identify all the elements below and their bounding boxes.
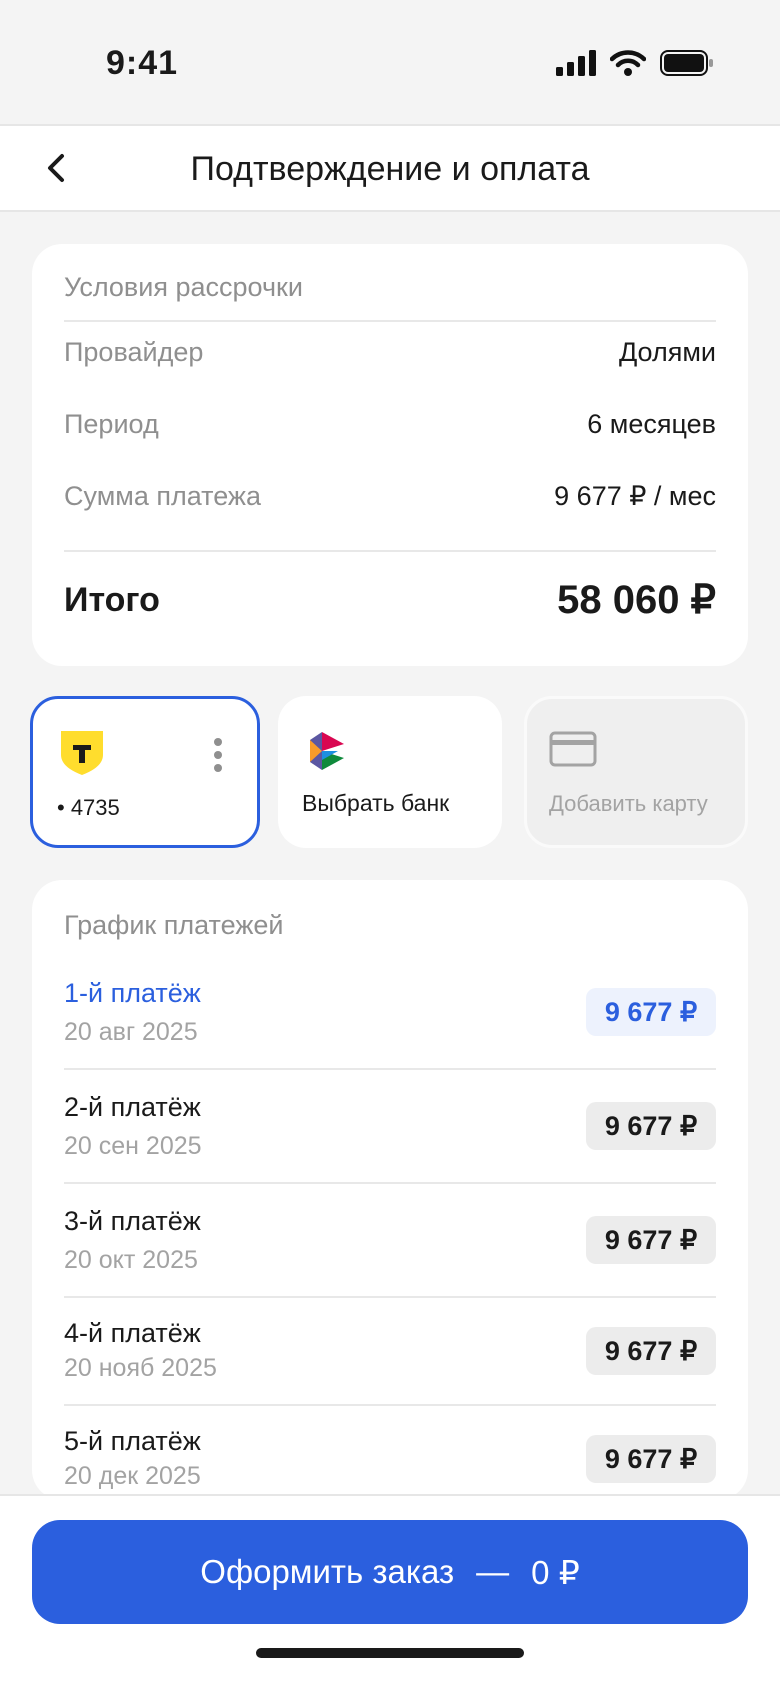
signal-icon (556, 50, 596, 76)
total-label: Итого (64, 580, 160, 619)
payment-amount: 9 677 ₽ (586, 1216, 716, 1264)
installment-terms-card: Условия рассрочки Провайдер Долями Период… (32, 244, 748, 666)
total-value: 58 060 ₽ (557, 578, 716, 622)
row-value: 6 месяцев (587, 408, 716, 439)
divider (64, 1404, 716, 1406)
terms-row-payment: Сумма платежа 9 677 ₽ / мес (64, 462, 716, 530)
wifi-icon (610, 50, 646, 76)
row-key: Провайдер (64, 336, 204, 367)
card-number: • 4735 (57, 795, 120, 820)
add-card-label: Добавить карту (549, 791, 708, 816)
payment-date: 20 авг 2025 (64, 1018, 198, 1046)
divider (64, 1182, 716, 1184)
bottom-bar: Оформить заказ — 0 ₽ (0, 1494, 780, 1688)
credit-card-icon (549, 731, 597, 767)
status-icons (556, 50, 714, 76)
payment-card-tbank[interactable]: • 4735 (30, 696, 260, 848)
battery-icon (660, 50, 713, 76)
sbp-logo-icon (310, 732, 344, 770)
place-order-button[interactable]: Оформить заказ — 0 ₽ (32, 1520, 748, 1624)
payment-amount: 9 677 ₽ (586, 1435, 716, 1483)
place-order-amount: 0 ₽ (531, 1553, 580, 1591)
choose-bank-label: Выбрать банк (302, 790, 450, 816)
total-row: Итого 58 060 ₽ (64, 556, 716, 644)
status-time: 9:41 (106, 44, 179, 82)
payment-date: 20 дек 2025 (64, 1462, 201, 1490)
payment-date: 20 нояб 2025 (64, 1354, 217, 1382)
page-title: Подтверждение и оплата (190, 150, 590, 188)
payment-schedule-card: График платежей 1-й платёж 20 авг 2025 9… (32, 880, 748, 1500)
payment-name: 1-й платёж (64, 978, 201, 1008)
nav-header: Подтверждение и оплата (0, 124, 780, 212)
payment-amount: 9 677 ₽ (586, 988, 716, 1036)
row-value: 9 677 ₽ / мес (554, 480, 716, 511)
divider (64, 1068, 716, 1070)
choose-bank-button[interactable]: Выбрать банк (278, 696, 502, 848)
more-options-icon[interactable] (213, 737, 223, 773)
terms-row-period: Период 6 месяцев (64, 390, 716, 458)
place-order-label: Оформить заказ (200, 1553, 455, 1590)
payment-amount: 9 677 ₽ (586, 1102, 716, 1150)
add-card-button[interactable]: Добавить карту (524, 696, 748, 848)
terms-title: Условия рассрочки (64, 272, 303, 302)
home-indicator (256, 1648, 524, 1658)
place-order-separator: — (476, 1553, 510, 1590)
divider (64, 1296, 716, 1298)
status-bar: 9:41 (0, 0, 780, 124)
row-key: Сумма платежа (64, 480, 261, 511)
schedule-title: График платежей (64, 910, 284, 940)
payment-name: 4-й платёж (64, 1318, 201, 1348)
payment-date: 20 окт 2025 (64, 1246, 198, 1274)
payment-date: 20 сен 2025 (64, 1132, 202, 1160)
row-value: Долями (618, 336, 716, 367)
payment-amount: 9 677 ₽ (586, 1327, 716, 1375)
payment-name: 2-й платёж (64, 1092, 201, 1122)
divider (64, 550, 716, 552)
terms-row-provider: Провайдер Долями (64, 318, 716, 386)
payment-name: 5-й платёж (64, 1426, 201, 1456)
row-key: Период (64, 408, 159, 439)
payment-name: 3-й платёж (64, 1206, 201, 1236)
tbank-logo-icon (61, 731, 103, 775)
